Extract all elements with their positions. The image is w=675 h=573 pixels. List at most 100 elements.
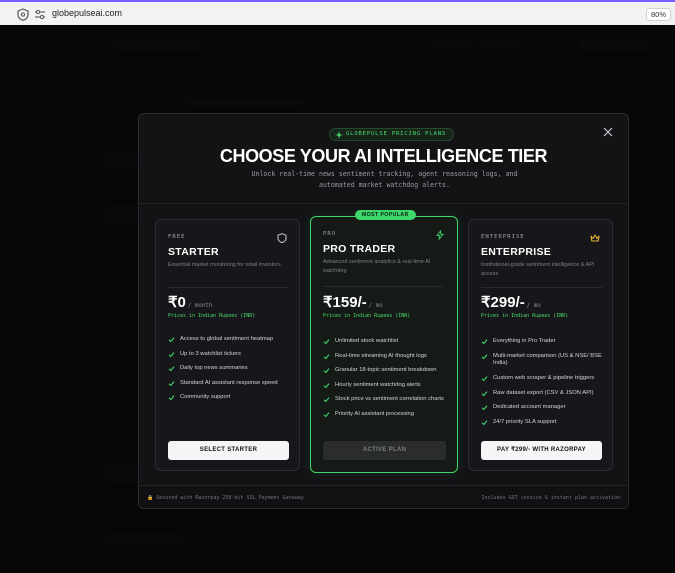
plan-card-starter: FREE STARTER Essential market monitoring…: [155, 219, 300, 471]
currency-note: Prices in Indian Rupees (INR): [481, 313, 569, 319]
check-icon: [323, 412, 330, 418]
currency-note: Prices in Indian Rupees (INR): [168, 313, 256, 319]
check-icon: [323, 368, 330, 374]
feature-text: Granular 18-topic sentiment breakdown: [335, 367, 437, 374]
plan-description: Essential market monitoring for retail i…: [168, 262, 281, 268]
plan-price: ₹0/ month: [168, 293, 212, 311]
check-icon: [481, 405, 488, 411]
feature-text: Up to 3 watchlist tickers: [180, 350, 241, 357]
check-icon: [323, 353, 330, 359]
feature-text: Multi-market comparison (US & NSE/ BSE I…: [493, 352, 602, 367]
security-note: 🔒 Secured with Razorpay 256-bit SSL Paym…: [147, 495, 304, 501]
url-text[interactable]: globepulseai.com: [52, 8, 122, 18]
pricing-modal: GLOBEPULSE PRICING PLANS CHOOSE YOUR AI …: [138, 113, 629, 509]
check-icon: [168, 351, 175, 357]
feature-item: Hourly sentiment watchdog alerts: [323, 382, 448, 390]
check-icon: [481, 353, 488, 359]
feature-text: Standard AI assistant response speed: [180, 379, 278, 386]
price-amount: ₹0: [168, 294, 186, 311]
feature-item: Multi-market comparison (US & NSE/ BSE I…: [481, 353, 606, 369]
plan-description: Institutional-grade sentiment intelligen…: [481, 262, 595, 277]
plan-card-enterprise: ENTERPRISE ENTERPRISE Institutional-grad…: [468, 219, 613, 471]
feature-list: Unlimited stock watchlist Real-time stre…: [323, 338, 448, 426]
plan-price: ₹159/- / mo: [323, 293, 383, 311]
plan-card-pro: MOST POPULAR PRO PRO TRADER Advanced sen…: [310, 210, 458, 473]
feature-item: Custom web scraper & pipeline triggers: [481, 375, 606, 383]
zoom-level-badge[interactable]: 80%: [645, 8, 671, 21]
check-icon: [481, 390, 488, 396]
feature-item: Real-time streaming AI thought logs: [323, 353, 448, 361]
feature-item: Up to 3 watchlist tickers: [168, 351, 293, 359]
feature-item: Community support: [168, 394, 293, 402]
lightning-icon: [436, 230, 444, 240]
lock-icon: 🔒: [147, 495, 157, 501]
pricing-plans-badge: GLOBEPULSE PRICING PLANS: [329, 128, 455, 141]
feature-text: Access to global sentiment heatmap: [180, 336, 274, 342]
feature-text: Raw dataset export (CSV & JSON API): [493, 389, 594, 396]
feature-item: Granular 18-topic sentiment breakdown: [323, 367, 448, 375]
sparkle-icon: [335, 131, 343, 139]
most-popular-badge: MOST POPULAR: [355, 210, 416, 220]
plan-description: Advanced sentiment analytics & real-time…: [323, 259, 431, 274]
check-icon: [481, 339, 488, 345]
plan-divider: [323, 286, 444, 287]
browser-address-bar: globepulseai.com 80%: [0, 0, 675, 25]
check-icon: [323, 383, 330, 389]
plan-price: ₹299/- / mo: [481, 293, 541, 311]
close-icon[interactable]: [602, 126, 614, 138]
price-period: / month: [187, 303, 213, 309]
check-icon: [168, 381, 175, 387]
select-starter-button[interactable]: SELECT STARTER: [168, 441, 289, 460]
page-title: CHOOSE YOUR AI INTELLIGENCE TIER: [219, 146, 548, 166]
feature-text: Real-time streaming AI thought logs: [335, 352, 427, 359]
check-icon: [168, 366, 175, 372]
plan-divider: [168, 287, 289, 288]
feature-item: Standard AI assistant response speed: [168, 380, 293, 388]
security-note-text: Secured with Razorpay 256-bit SSL Paymen…: [156, 495, 304, 501]
plan-tier: ENTERPRISE: [481, 234, 525, 240]
price-period: / mo: [526, 303, 541, 309]
shield-icon[interactable]: [17, 8, 29, 21]
feature-text: Stock price vs sentiment correlation cha…: [335, 396, 444, 403]
plan-name: ENTERPRISE: [481, 246, 552, 258]
plan-tier: FREE: [168, 234, 186, 240]
plan-tier: PRO: [323, 231, 337, 237]
check-icon: [323, 339, 330, 345]
feature-item: Everything in Pro Trader: [481, 338, 606, 346]
header-divider: [139, 203, 628, 204]
plan-name: PRO TRADER: [323, 243, 396, 255]
check-icon: [168, 337, 175, 343]
plan-divider: [481, 287, 602, 288]
feature-text: Hourly sentiment watchdog alerts: [335, 381, 421, 388]
feature-item: Dedicated account manager: [481, 404, 606, 412]
feature-text: Daily top news summaries: [180, 365, 248, 372]
feature-item: Stock price vs sentiment correlation cha…: [323, 396, 448, 404]
feature-text: Unlimited stock watchlist: [335, 338, 399, 344]
check-icon: [481, 376, 488, 382]
gst-note: Includes GST invoice & instant plan acti…: [481, 495, 620, 501]
feature-item: Unlimited stock watchlist: [323, 338, 448, 346]
feature-item: 24/7 priority SLA support: [481, 419, 606, 427]
price-amount: ₹159/-: [323, 294, 367, 311]
feature-list: Everything in Pro Trader Multi-market co…: [481, 338, 606, 433]
check-icon: [481, 420, 488, 426]
feature-item: Priority AI assistant processing: [323, 411, 448, 419]
feature-text: Everything in Pro Trader: [493, 338, 556, 344]
check-icon: [168, 395, 175, 401]
site-settings-icon[interactable]: [34, 9, 46, 20]
feature-item: Daily top news summaries: [168, 365, 293, 373]
shield-icon: [277, 233, 287, 243]
plan-name: STARTER: [168, 246, 219, 258]
feature-text: Dedicated account manager: [493, 404, 566, 411]
price-period: / mo: [368, 303, 383, 309]
feature-text: 24/7 priority SLA support: [493, 418, 557, 425]
feature-text: Community support: [180, 394, 231, 401]
modal-footer: 🔒 Secured with Razorpay 256-bit SSL Paym…: [139, 485, 628, 508]
active-plan-button[interactable]: ACTIVE PLAN: [323, 441, 446, 460]
page-subtitle: Unlock real-time news sentiment tracking…: [251, 170, 518, 189]
pay-with-razorpay-button[interactable]: PAY ₹299/- WITH RAZORPAY: [481, 441, 602, 460]
feature-list: Access to global sentiment heatmap Up to…: [168, 336, 293, 409]
check-icon: [323, 397, 330, 403]
feature-item: Access to global sentiment heatmap: [168, 336, 293, 344]
price-amount: ₹299/-: [481, 294, 525, 311]
